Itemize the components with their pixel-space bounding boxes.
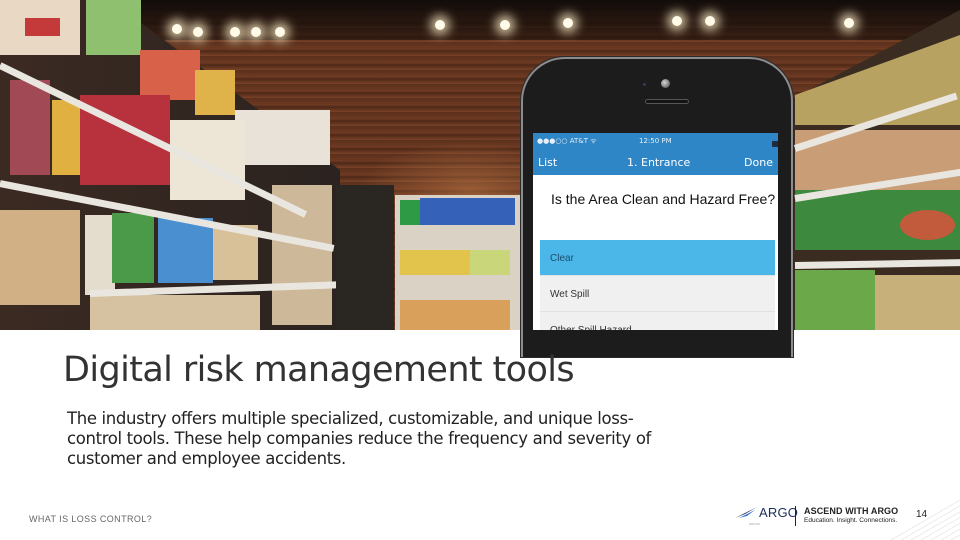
list-back-button[interactable]: List xyxy=(538,156,557,169)
hero-image xyxy=(0,0,960,330)
product-box xyxy=(140,50,200,100)
logo-divider xyxy=(795,506,796,526)
product-box xyxy=(235,110,330,165)
section-label: WHAT IS LOSS CONTROL? xyxy=(29,514,153,524)
status-time: 12:50 PM xyxy=(639,137,672,145)
product-box xyxy=(10,80,50,175)
checklist-question: Is the Area Clean and Hazard Free? xyxy=(551,191,776,207)
product-box xyxy=(170,120,245,200)
slide-title: Digital risk management tools xyxy=(63,350,575,390)
product-box xyxy=(90,295,260,330)
product-box xyxy=(470,250,510,275)
phone-speaker xyxy=(645,99,689,104)
slide-body: The industry offers multiple specialized… xyxy=(67,409,652,468)
jar-row xyxy=(875,275,960,330)
ceiling-light xyxy=(672,16,682,26)
logo-subtext: GROUP xyxy=(749,522,760,526)
product-box xyxy=(400,300,510,330)
jar-row xyxy=(795,35,960,125)
tagline-title: ASCEND WITH ARGO xyxy=(804,506,899,516)
done-button[interactable]: Done xyxy=(744,156,773,169)
carrier-signal: ●●●○○ AT&T ᯤ xyxy=(537,137,597,145)
corner-decoration xyxy=(890,495,960,540)
ceiling-light xyxy=(193,27,203,37)
logo-text: ARGO xyxy=(759,505,799,520)
shelf-end-cap xyxy=(336,185,394,330)
ceiling-light xyxy=(435,20,445,30)
product-box xyxy=(158,218,213,283)
answer-options: Clear Wet Spill Other Spill Hazard xyxy=(540,240,775,330)
option-other-hazard[interactable]: Other Spill Hazard xyxy=(540,312,775,330)
ceiling-light xyxy=(844,18,854,28)
product-box xyxy=(86,0,141,55)
status-bar: ●●●○○ AT&T ᯤ 12:50 PM ➚ 86% xyxy=(533,133,778,157)
product-box xyxy=(795,270,875,330)
phone-sensor xyxy=(643,83,646,86)
ceiling-light xyxy=(275,27,285,37)
ceiling-light xyxy=(500,20,510,30)
option-clear[interactable]: Clear xyxy=(540,240,775,276)
product-box xyxy=(112,213,154,283)
ceiling-light xyxy=(172,24,182,34)
argo-wing-icon xyxy=(735,506,757,518)
bottle-group xyxy=(400,200,420,225)
bottle-group xyxy=(420,198,515,225)
tagline-subtitle: Education. Insight. Connections. xyxy=(804,517,898,524)
argo-logo: ARGO xyxy=(735,505,798,520)
phone-camera-icon xyxy=(661,79,670,88)
battery-icon xyxy=(772,141,778,147)
ceiling-light xyxy=(705,16,715,26)
ceiling-light xyxy=(563,18,573,28)
product-box xyxy=(85,215,115,295)
product-box xyxy=(25,18,60,36)
product-box xyxy=(0,210,80,305)
ceiling-light xyxy=(230,27,240,37)
product-box xyxy=(52,100,80,175)
ceiling-light xyxy=(251,27,261,37)
nav-title: 1. Entrance xyxy=(627,156,691,169)
app-nav-bar: List 1. Entrance Done xyxy=(533,150,778,175)
option-wet-spill[interactable]: Wet Spill xyxy=(540,276,775,312)
product-box xyxy=(195,70,235,115)
phone-screen: ●●●○○ AT&T ᯤ 12:50 PM ➚ 86% List 1. Entr… xyxy=(533,133,778,330)
product-label xyxy=(900,210,955,240)
